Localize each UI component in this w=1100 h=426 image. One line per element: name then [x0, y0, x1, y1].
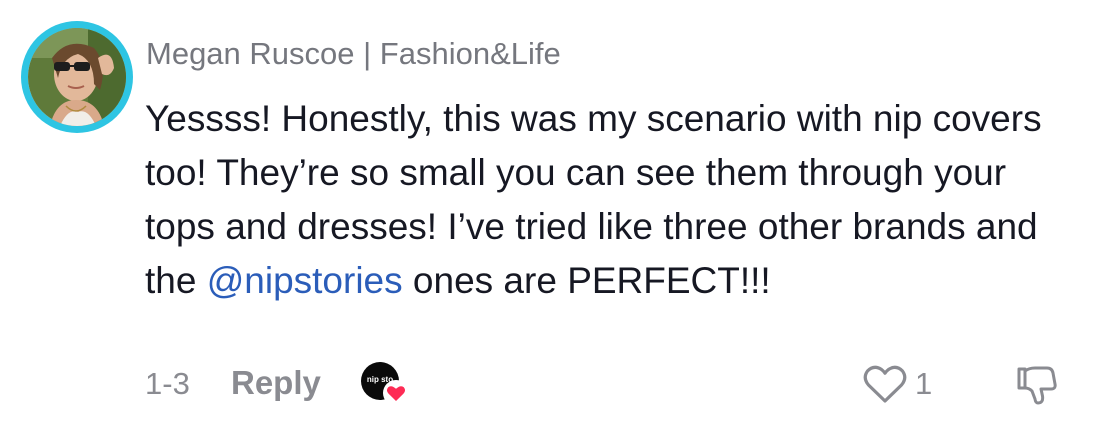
comment-item: Megan Ruscoe | Fashion&Life Yessss! Hone… [0, 0, 1100, 426]
comment-text-end: ones are PERFECT!!! [402, 260, 771, 301]
avatar-photo [28, 28, 126, 126]
comment-text: Yessss! Honestly, this was my scenario w… [145, 92, 1075, 308]
avatar[interactable] [28, 28, 126, 126]
like-count: 1 [915, 366, 933, 401]
comment-actions: 1-3 Reply nip sto 1 [0, 356, 1100, 412]
thumbs-down-outline-icon[interactable] [1013, 362, 1059, 408]
heart-outline-icon[interactable] [862, 362, 908, 406]
avatar-story-ring[interactable] [21, 21, 133, 133]
heart-filled-icon [383, 380, 409, 406]
liked-by-creator-badge: nip sto [361, 362, 411, 408]
mention-link[interactable]: @nipstories [207, 260, 403, 301]
comment-author[interactable]: Megan Ruscoe | Fashion&Life [146, 34, 561, 74]
reply-button[interactable]: Reply [231, 362, 321, 404]
comment-timestamp: 1-3 [145, 366, 190, 401]
